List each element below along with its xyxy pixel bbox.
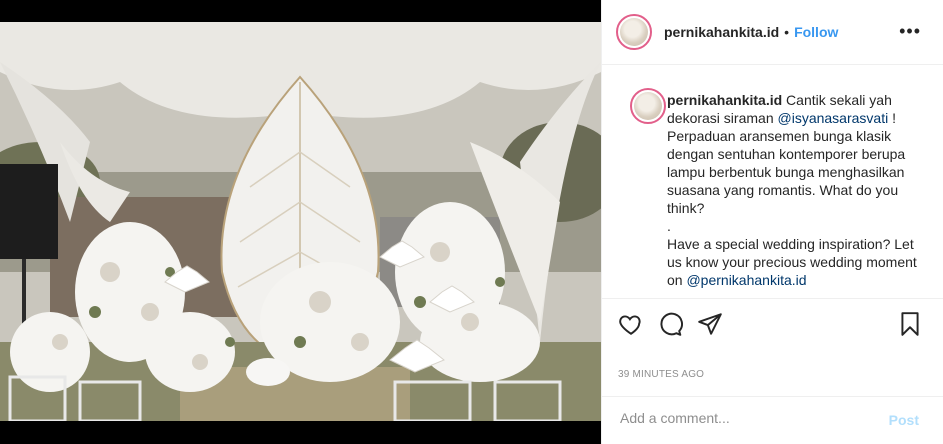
instagram-post-modal: pernikahankita.id • Follow ••• pernikaha… [0,0,943,444]
account-avatar[interactable] [616,14,652,50]
post-header: pernikahankita.id • Follow ••• [602,0,943,65]
bookmark-icon[interactable] [897,311,923,337]
comment-icon[interactable] [657,311,683,337]
username-link[interactable]: pernikahankita.id [664,24,779,40]
post-details-panel: pernikahankita.id • Follow ••• pernikaha… [601,0,943,444]
separator-dot: • [784,24,790,40]
post-caption: pernikahankita.id Cantik sekali yah deko… [602,66,943,298]
caption-username-link[interactable]: pernikahankita.id [667,92,782,108]
avatar-image [634,92,662,120]
avatar-image [620,18,648,46]
action-bar [602,298,943,346]
post-timestamp[interactable]: 39 MINUTES AGO [618,369,704,380]
caption-paragraph: Perpaduan aransemen bunga klasik dengan … [667,128,906,216]
comment-input[interactable] [618,409,882,427]
follow-button[interactable]: Follow [794,24,838,40]
wedding-decoration-photo [0,22,601,421]
caption-text: pernikahankita.id Cantik sekali yah deko… [667,91,927,289]
post-image[interactable] [0,22,601,421]
mention-link[interactable]: @isyanasarasvati [778,110,889,126]
more-horizontal-icon[interactable]: ••• [899,22,921,40]
mention-link[interactable]: @pernikahankita.id [686,272,806,288]
caption-avatar[interactable] [630,88,666,124]
caption-line-end: ! [888,110,896,126]
heart-icon[interactable] [618,311,644,337]
caption-dot-line: . [667,218,671,234]
post-comment-button[interactable]: Post [889,412,919,428]
comment-bar: Post [602,396,943,444]
paper-plane-icon[interactable] [697,311,723,337]
